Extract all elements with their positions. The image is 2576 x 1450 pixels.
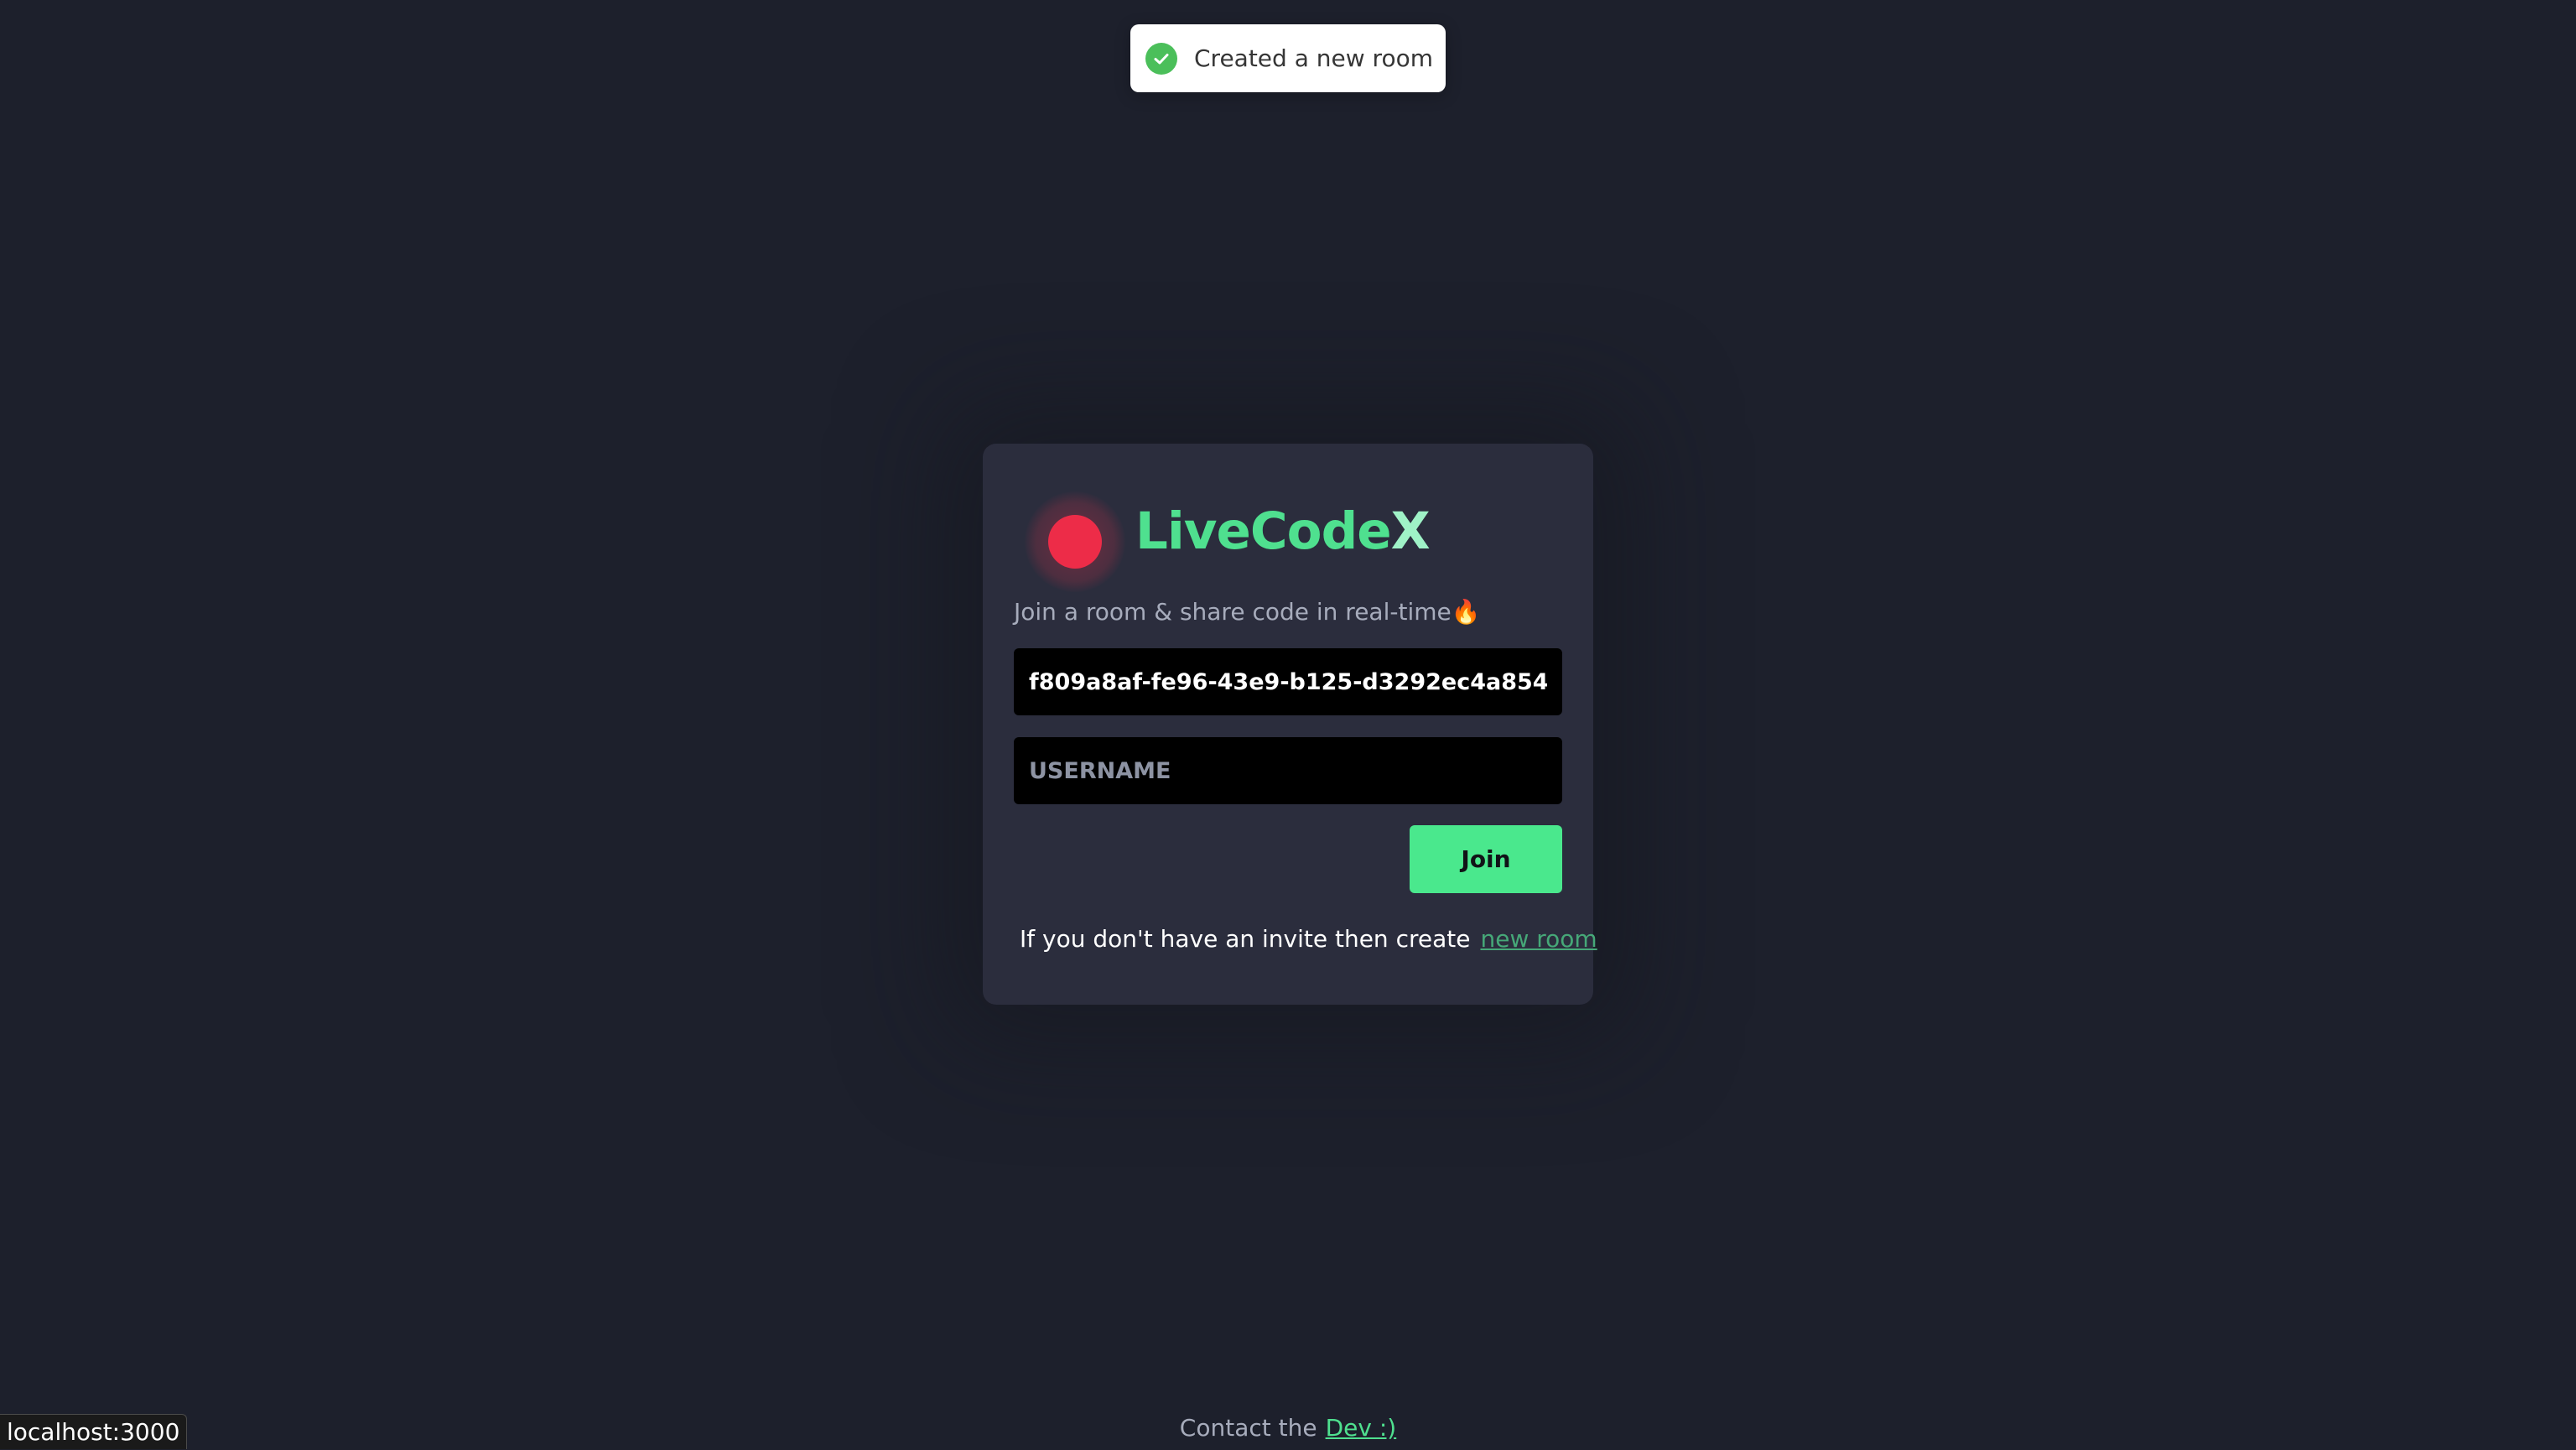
username-input[interactable] [1014, 737, 1562, 804]
brand-title: LiveCodeX [1135, 506, 1431, 557]
record-dot-icon [1025, 491, 1125, 592]
browser-status-url: localhost:3000 [0, 1414, 188, 1449]
join-room-card: LiveCodeX Join a room & share code in re… [983, 444, 1597, 1005]
brand-name-suffix: X [1390, 502, 1431, 561]
brand-name-main: LiveCode [1135, 502, 1392, 561]
footer: Contact the Dev :) [0, 1414, 2576, 1442]
invite-text: If you don't have an invite then create n… [1020, 925, 1597, 953]
new-room-link[interactable]: new room [1480, 925, 1597, 953]
footer-text: Contact the [1179, 1414, 1317, 1442]
toast-message: Created a new room [1194, 44, 1433, 72]
contact-dev-link[interactable]: Dev :) [1326, 1414, 1397, 1442]
tagline: Join a room & share code in real-time🔥 [1014, 598, 1481, 626]
invite-message: If you don't have an invite then create [1020, 925, 1471, 953]
check-circle-icon [1145, 42, 1177, 75]
logo-dot [1048, 515, 1102, 569]
room-id-input[interactable] [1014, 648, 1562, 715]
toast-notification: Created a new room [1130, 24, 1446, 92]
join-button[interactable]: Join [1410, 825, 1562, 893]
